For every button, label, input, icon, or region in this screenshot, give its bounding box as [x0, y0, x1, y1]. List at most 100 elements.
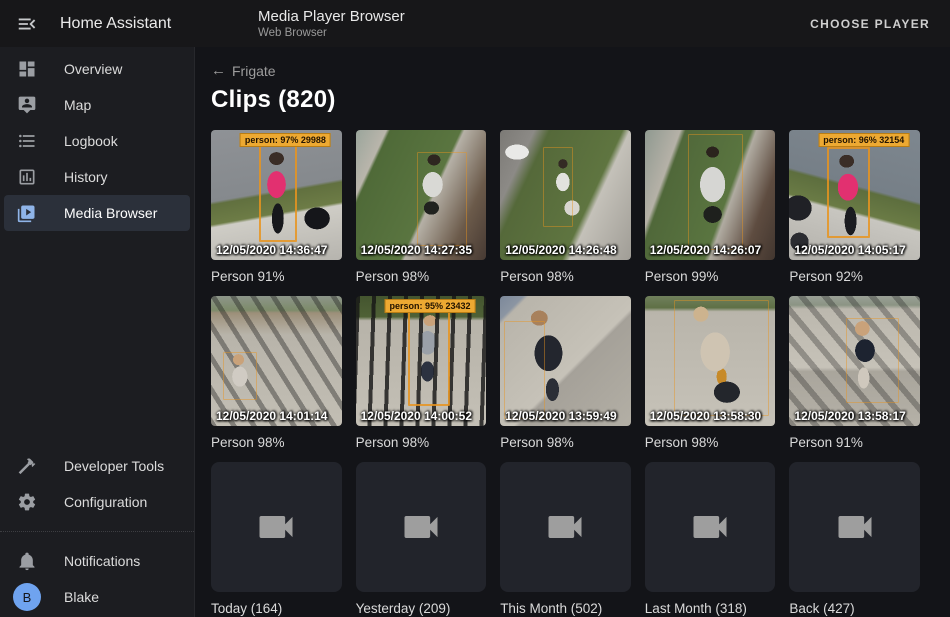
clip-timestamp: 12/05/2020 14:27:35 — [361, 243, 472, 257]
detection-bounding-box — [408, 310, 450, 406]
detection-bounding-box — [543, 147, 573, 228]
clip-thumbnail[interactable]: person: 95% 2343212/05/2020 14:00:52 — [356, 296, 487, 426]
page-title: Clips (820) — [211, 86, 920, 114]
sidebar-item-map[interactable]: Map — [4, 87, 190, 123]
clip-caption: Person 91% — [211, 269, 342, 284]
folder-tile[interactable] — [211, 462, 342, 592]
detection-bounding-box — [417, 152, 467, 246]
clip-card: person: 97% 29988 12/05/2020 14:36:47 Pers… — [211, 130, 342, 284]
clip-thumbnail[interactable]: 12/05/2020 14:26:07 — [645, 130, 776, 260]
detection-bounding-box — [688, 134, 743, 250]
clip-caption: Person 99% — [645, 269, 776, 284]
choose-player-button[interactable]: CHOOSE PLAYER — [802, 9, 938, 39]
clip-thumbnail[interactable]: person: 96% 32154 12/05/2020 14:05:17 — [789, 130, 920, 260]
folder-tile[interactable] — [356, 462, 487, 592]
app-title: Home Assistant — [60, 15, 171, 33]
clip-thumbnail[interactable]: 12/05/2020 13:58:17 — [789, 296, 920, 426]
detection-label-chip: person: 96% 32154 — [818, 133, 909, 147]
clip-timestamp: 12/05/2020 14:01:14 — [216, 409, 327, 423]
clip-thumbnail[interactable]: 12/05/2020 14:27:35 — [356, 130, 487, 260]
sidebar-item-label: Developer Tools — [64, 458, 164, 474]
video-icon — [543, 505, 587, 549]
sidebar-item-label: Logbook — [64, 133, 118, 149]
chart-box-icon — [17, 167, 37, 187]
clip-timestamp: 12/05/2020 13:59:49 — [505, 409, 616, 423]
sidebar-spacer — [0, 231, 194, 448]
clip-caption: Person 92% — [789, 269, 920, 284]
sidebar-primary-nav: Overview Map Logbook History Media Browser — [0, 51, 194, 231]
detection-bounding-box — [846, 318, 900, 403]
clip-caption: Person 98% — [356, 435, 487, 450]
clip-caption: Person 98% — [211, 435, 342, 450]
sidebar-item-overview[interactable]: Overview — [4, 51, 190, 87]
sidebar-item-notifications[interactable]: Notifications — [4, 543, 190, 579]
menu-open-icon[interactable] — [15, 12, 39, 36]
sidebar-item-history[interactable]: History — [4, 159, 190, 195]
clip-timestamp: 12/05/2020 14:26:07 — [650, 243, 761, 257]
clip-caption: Person 91% — [789, 435, 920, 450]
avatar: B — [13, 583, 41, 611]
app-body: Overview Map Logbook History Media Browser D… — [0, 47, 950, 617]
clip-thumbnail[interactable]: 12/05/2020 13:58:30 — [645, 296, 776, 426]
sidebar: Overview Map Logbook History Media Browser D… — [0, 47, 195, 617]
sidebar-footer-nav: Notifications B Blake — [0, 543, 194, 615]
folder-label: This Month (502) — [500, 601, 631, 616]
clip-caption: Person 98% — [500, 435, 631, 450]
sidebar-item-blake[interactable]: B Blake — [4, 579, 190, 615]
breadcrumb-label: Frigate — [232, 63, 276, 79]
folder-card-last-month-318-: Last Month (318) — [645, 462, 776, 616]
clip-timestamp: 12/05/2020 14:05:17 — [794, 243, 905, 257]
sidebar-item-label: Blake — [64, 589, 99, 605]
clip-thumbnail[interactable]: 12/05/2020 14:26:48 — [500, 130, 631, 260]
detection-bounding-box — [223, 352, 257, 400]
sidebar-item-configuration[interactable]: Configuration — [4, 484, 190, 520]
clip-caption: Person 98% — [500, 269, 631, 284]
clip-caption: Person 98% — [645, 435, 776, 450]
detection-bounding-box — [504, 321, 544, 420]
clip-card: person: 96% 32154 12/05/2020 14:05:17 Pers… — [789, 130, 920, 284]
sidebar-item-logbook[interactable]: Logbook — [4, 123, 190, 159]
clip-thumbnail[interactable]: 12/05/2020 13:59:49 — [500, 296, 631, 426]
folder-tile[interactable] — [645, 462, 776, 592]
sidebar-item-label: History — [64, 169, 108, 185]
clip-timestamp: 12/05/2020 14:00:52 — [361, 409, 472, 423]
folder-label: Yesterday (209) — [356, 601, 487, 616]
folder-card-this-month-502-: This Month (502) — [500, 462, 631, 616]
video-icon — [833, 505, 877, 549]
clip-thumbnail[interactable]: 12/05/2020 14:01:14 — [211, 296, 342, 426]
detection-bounding-box — [674, 300, 769, 416]
detection-bounding-box — [827, 147, 870, 238]
breadcrumb[interactable]: ← Frigate — [211, 62, 276, 79]
folder-card-yesterday-209-: Yesterday (209) — [356, 462, 487, 616]
clip-card: 12/05/2020 14:26:48 Person 98% — [500, 130, 631, 284]
clip-thumbnail[interactable]: person: 97% 29988 12/05/2020 14:36:47 — [211, 130, 342, 260]
clip-card: 12/05/2020 13:58:30 Person 98% — [645, 296, 776, 450]
video-icon — [688, 505, 732, 549]
clip-caption: Person 98% — [356, 269, 487, 284]
page-header-title: Media Player Browser — [258, 8, 405, 26]
hammer-icon — [17, 456, 37, 476]
folder-label: Today (164) — [211, 601, 342, 616]
folder-tile[interactable] — [500, 462, 631, 592]
media-grid: person: 97% 29988 12/05/2020 14:36:47 Pers… — [211, 130, 920, 616]
detection-bounding-box — [259, 142, 297, 242]
folder-tile[interactable] — [789, 462, 920, 592]
clip-card: 12/05/2020 13:59:49 Person 98% — [500, 296, 631, 450]
play-box-multiple-icon — [17, 203, 37, 223]
detection-label-chip: person: 97% 29988 — [240, 133, 331, 147]
video-icon — [254, 505, 298, 549]
folder-card-today-164-: Today (164) — [211, 462, 342, 616]
header-title-block: Media Player Browser Web Browser — [258, 8, 405, 40]
sidebar-item-developer-tools[interactable]: Developer Tools — [4, 448, 190, 484]
folder-card-back-427-: Back (427) — [789, 462, 920, 616]
sidebar-item-label: Overview — [64, 61, 122, 77]
sidebar-secondary-nav: Developer Tools Configuration — [0, 448, 194, 520]
clip-timestamp: 12/05/2020 14:36:47 — [216, 243, 327, 257]
page-header-subtitle: Web Browser — [258, 26, 405, 40]
sidebar-item-media-browser[interactable]: Media Browser — [4, 195, 190, 231]
video-icon — [399, 505, 443, 549]
folder-label: Last Month (318) — [645, 601, 776, 616]
app-header: Home Assistant Media Player Browser Web … — [0, 0, 950, 47]
sidebar-divider — [0, 531, 194, 532]
list-bulleted-icon — [17, 131, 37, 151]
